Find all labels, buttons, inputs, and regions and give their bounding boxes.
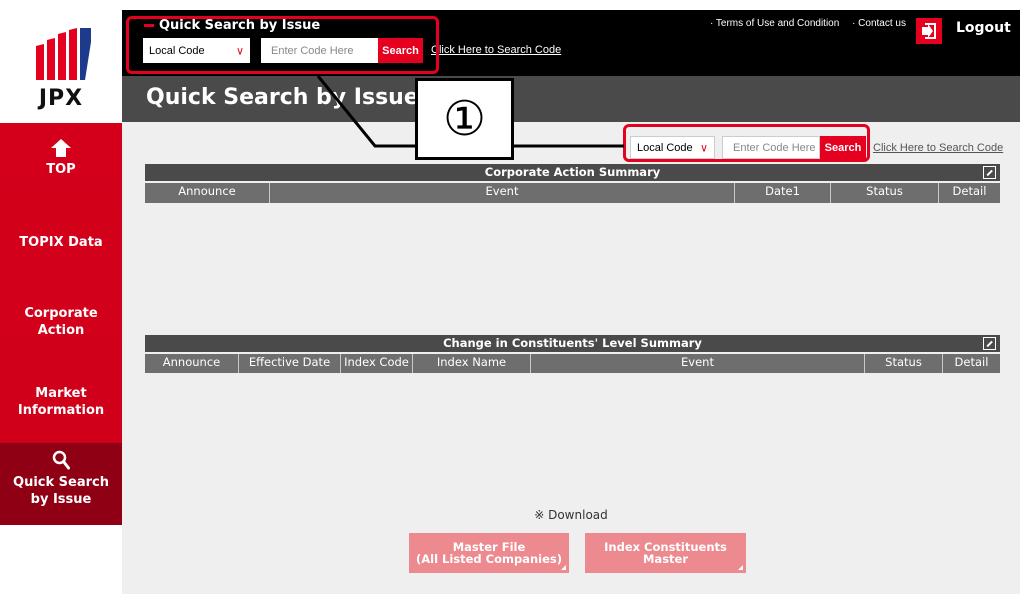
main-content: Local Code ∨ Enter Code Here Search Clic… <box>122 122 1020 594</box>
contact-link[interactable]: · Contact us <box>852 18 906 29</box>
search-code-link[interactable]: Click Here to Search Code <box>431 44 561 56</box>
annotation-box-content <box>623 124 870 162</box>
column-header[interactable]: Detail <box>943 354 1000 373</box>
sidebar-item-label: TOPIX Data <box>19 235 103 250</box>
sidebar: JPX TOP TOPIX Data Corporate Action Mark… <box>0 0 122 594</box>
logout-icon <box>916 18 942 44</box>
sidebar-item-label: Quick Search by Issue <box>13 475 109 507</box>
sidebar-item-label: Market Information <box>17 386 105 418</box>
corporate-action-table-header: Announce Event Date1 Status Detail <box>145 183 1000 203</box>
column-header[interactable]: Date1 <box>735 183 831 203</box>
top-links: · Terms of Use and Condition · Contact u… <box>700 18 906 29</box>
jpx-logo-mark <box>36 28 91 80</box>
search-icon <box>52 450 70 470</box>
column-header[interactable]: Effective Date <box>239 354 341 373</box>
master-file-download-button[interactable]: Master File (All Listed Companies) <box>409 533 569 573</box>
logout-label: Logout <box>956 20 1011 36</box>
column-header[interactable]: Event <box>270 183 735 203</box>
sidebar-item-topix-data[interactable]: TOPIX Data <box>0 234 122 251</box>
column-header[interactable]: Status <box>831 183 939 203</box>
corporate-action-table-title: Corporate Action Summary <box>145 164 1000 181</box>
annotation-marker: ① <box>415 78 514 160</box>
index-master-label: Index Constituents Master <box>604 540 727 566</box>
expand-icon[interactable] <box>983 166 996 179</box>
download-note: ※ Download <box>534 508 608 522</box>
sidebar-nav: TOP TOPIX Data Corporate Action Market I… <box>0 123 122 525</box>
column-header[interactable]: Event <box>531 354 865 373</box>
column-header[interactable]: Index Code <box>341 354 413 373</box>
column-header[interactable]: Index Name <box>413 354 531 373</box>
logo-text: JPX <box>38 86 84 111</box>
jpx-logo[interactable]: JPX <box>0 0 122 123</box>
master-file-label: Master File (All Listed Companies) <box>415 540 563 566</box>
column-header[interactable]: Announce <box>145 183 270 203</box>
index-constituents-download-button[interactable]: Index Constituents Master <box>585 533 746 573</box>
sidebar-item-label: TOP <box>46 162 76 177</box>
corner-icon <box>561 565 566 570</box>
sidebar-item-quick-search[interactable]: Quick Search by Issue <box>0 443 122 525</box>
column-header[interactable]: Status <box>865 354 943 373</box>
content-search-code-link[interactable]: Click Here to Search Code <box>873 142 1003 154</box>
corner-icon <box>738 565 743 570</box>
page-title: Quick Search by Issue <box>146 85 419 110</box>
constituents-table-title: Change in Constituents' Level Summary <box>145 335 1000 352</box>
constituents-table-header: Announce Effective Date Index Code Index… <box>145 354 1000 373</box>
sidebar-item-corporate-action[interactable]: Corporate Action <box>0 305 122 339</box>
column-header[interactable]: Announce <box>145 354 239 373</box>
sidebar-item-market-information[interactable]: Market Information <box>0 385 122 419</box>
sidebar-item-top[interactable]: TOP <box>0 139 122 191</box>
title-bar: Quick Search by Issue <box>122 76 1020 122</box>
column-header[interactable]: Detail <box>939 183 1000 203</box>
expand-icon[interactable] <box>983 337 996 350</box>
annotation-box-header <box>126 16 439 74</box>
home-icon <box>51 139 71 157</box>
terms-link[interactable]: · Terms of Use and Condition <box>710 18 839 29</box>
logout-button[interactable]: Logout <box>916 10 1020 50</box>
sidebar-item-label: Corporate Action <box>24 306 98 338</box>
